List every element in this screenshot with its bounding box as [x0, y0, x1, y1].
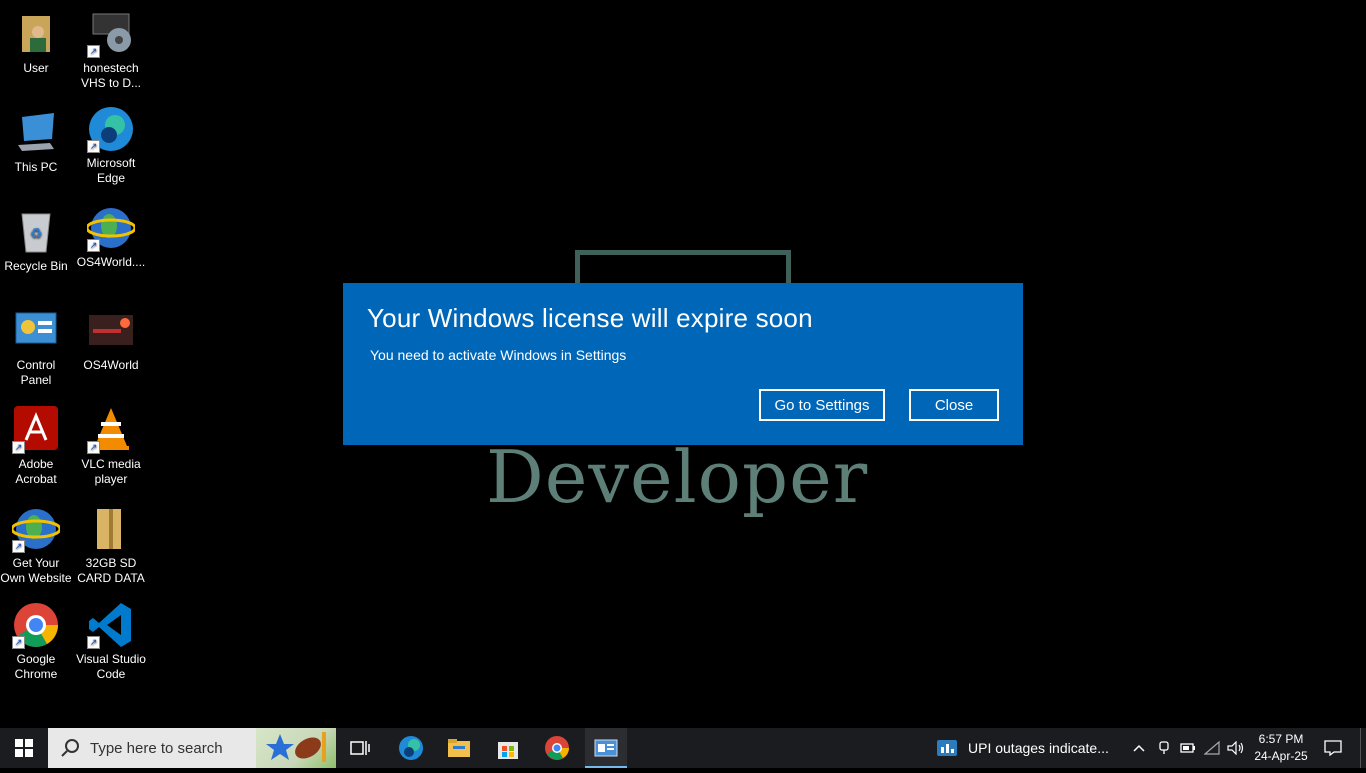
taskbar-chrome[interactable]: [536, 728, 578, 768]
desktop-icon-label: Recycle Bin: [4, 259, 68, 273]
desktop-icon-os4world[interactable]: OS4World: [75, 307, 147, 373]
desktop-icon-edge[interactable]: ↗ Microsoft Edge: [75, 105, 147, 186]
action-center-button[interactable]: [1316, 728, 1350, 768]
vscode-icon: ↗: [87, 601, 135, 649]
task-view-button[interactable]: [342, 728, 378, 768]
shortcut-arrow-icon: ↗: [87, 441, 100, 454]
close-button[interactable]: Close: [909, 389, 999, 421]
taskbar-search-box[interactable]: Type here to search: [48, 728, 336, 768]
adobe-acrobat-icon: ↗: [12, 406, 60, 454]
shortcut-arrow-icon: ↗: [87, 239, 100, 252]
app-window-icon: [594, 739, 618, 757]
desktop-icon-os4world-link[interactable]: ↗ OS4World....: [75, 204, 147, 270]
desktop-icon-user[interactable]: User: [0, 10, 72, 76]
desktop-icon-label: Microsoft Edge: [86, 156, 136, 185]
chevron-up-icon: [1133, 744, 1145, 752]
dialog-title: Your Windows license will expire soon: [367, 303, 813, 333]
search-icon: [61, 739, 79, 757]
wifi-icon: [1204, 741, 1220, 755]
this-pc-icon: [12, 109, 60, 157]
search-placeholder: Type here to search: [90, 739, 223, 757]
svg-text:♻: ♻: [30, 225, 43, 241]
go-to-settings-button[interactable]: Go to Settings: [759, 389, 885, 421]
desktop-icon-label: honestech VHS to D...: [80, 61, 142, 90]
news-headline: UPI outages indicate...: [968, 740, 1109, 756]
taskbar: Type here to search UPI outages indicate…: [0, 728, 1366, 768]
speaker-icon: [1227, 741, 1244, 755]
desktop-icon-this-pc[interactable]: This PC: [0, 109, 72, 175]
edge-icon: ↗: [87, 105, 135, 153]
news-chart-icon: [937, 740, 957, 756]
task-view-icon: [350, 741, 370, 755]
wallpaper-text: Developer: [486, 435, 869, 519]
desktop-icon-vscode[interactable]: ↗ Visual Studio Code: [75, 601, 147, 682]
news-widget[interactable]: UPI outages indicate...: [936, 728, 1126, 768]
desktop-icon-adobe-acrobat[interactable]: ↗ Adobe Acrobat: [0, 406, 72, 487]
battery-button[interactable]: [1177, 728, 1199, 768]
taskbar-file-explorer[interactable]: [438, 728, 480, 768]
desktop-icon-control-panel[interactable]: Control Panel: [0, 307, 72, 388]
webcam-icon: [1159, 741, 1169, 754]
taskbar-edge[interactable]: [390, 728, 432, 768]
clock-date: 24-Apr-25: [1254, 749, 1308, 763]
file-explorer-icon: [448, 739, 470, 757]
volume-button[interactable]: [1224, 728, 1248, 768]
desktop-icon-label: VLC media player: [81, 457, 141, 486]
desktop-icon-label: Get Your Own Website: [0, 556, 72, 585]
folder-icon: [87, 505, 135, 553]
shortcut-arrow-icon: ↗: [12, 636, 25, 649]
search-highlight-image: [256, 728, 336, 768]
dialog-message: You need to activate Windows in Settings: [370, 347, 627, 363]
desktop-icon-label: Control Panel: [16, 358, 56, 387]
show-desktop-divider[interactable]: [1360, 728, 1361, 768]
chrome-icon: ↗: [12, 601, 60, 649]
taskbar-clock[interactable]: 6:57 PM 24-Apr-25: [1252, 731, 1310, 765]
chrome-icon: [545, 736, 569, 760]
edge-icon: [399, 736, 423, 760]
shortcut-arrow-icon: ↗: [87, 45, 100, 58]
user-folder-icon: [12, 10, 60, 58]
desktop-icon-label: OS4World: [83, 358, 139, 372]
desktop-icon-vlc[interactable]: ↗ VLC media player: [75, 406, 147, 487]
license-expiry-dialog: Your Windows license will expire soon Yo…: [343, 283, 1023, 445]
desktop-icon-get-your-own-website[interactable]: ↗ Get Your Own Website: [0, 505, 72, 586]
internet-globe-icon: ↗: [85, 204, 137, 252]
desktop-icon-honestech[interactable]: ↗ honestech VHS to D...: [75, 10, 147, 91]
notification-icon: [1324, 740, 1342, 756]
desktop-icon-label: OS4World....: [76, 255, 146, 269]
taskbar-microsoft-store[interactable]: [487, 728, 529, 768]
recycle-bin-icon: ♻: [12, 208, 60, 256]
desktop-icon-google-chrome[interactable]: ↗ Google Chrome: [0, 601, 72, 682]
shortcut-arrow-icon: ↗: [87, 140, 100, 153]
os4world-icon: [87, 307, 135, 355]
desktop-icon-label: 32GB SD CARD DATA: [77, 556, 145, 585]
shortcut-arrow-icon: ↗: [87, 636, 100, 649]
battery-icon: [1180, 743, 1195, 753]
clock-time: 6:57 PM: [1258, 732, 1304, 746]
store-icon: [498, 742, 518, 759]
start-button[interactable]: [0, 728, 48, 768]
desktop-icon-sd-card-data[interactable]: 32GB SD CARD DATA: [75, 505, 147, 586]
shortcut-arrow-icon: ↗: [12, 540, 25, 553]
internet-globe-icon: ↗: [10, 505, 62, 553]
desktop-icon-label: Google Chrome: [14, 652, 58, 681]
desktop-icon-label: Visual Studio Code: [76, 652, 146, 681]
vlc-icon: ↗: [87, 406, 135, 454]
shortcut-arrow-icon: ↗: [12, 441, 25, 454]
vhs-app-icon: ↗: [87, 10, 135, 58]
desktop-icon-label: Adobe Acrobat: [15, 457, 57, 486]
network-button[interactable]: [1201, 728, 1223, 768]
control-panel-icon: [12, 307, 60, 355]
meet-now-button[interactable]: [1153, 728, 1175, 768]
desktop-icon-label: This PC: [14, 160, 58, 174]
windows-logo-icon: [15, 739, 33, 757]
show-hidden-icons-button[interactable]: [1128, 728, 1150, 768]
desktop-icon-recycle-bin[interactable]: ♻ Recycle Bin: [0, 208, 72, 274]
taskbar-active-app[interactable]: [585, 728, 627, 768]
desktop-icon-label: User: [23, 61, 49, 75]
